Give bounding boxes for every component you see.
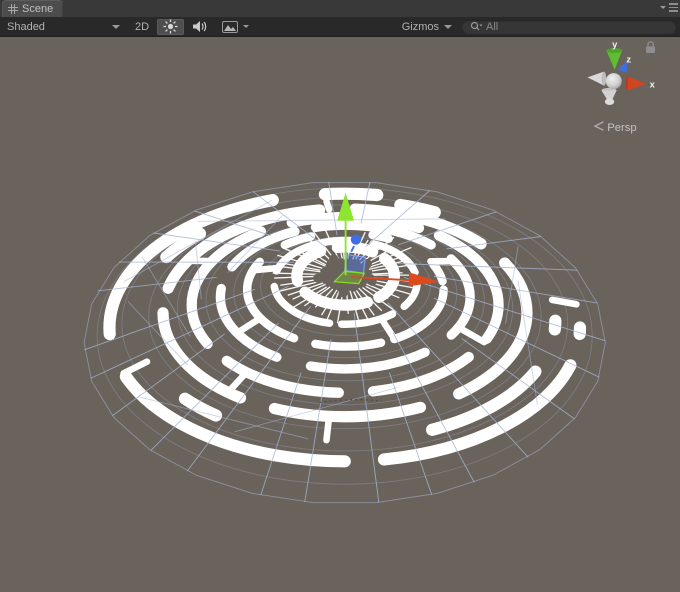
chevron-down-icon xyxy=(243,25,249,28)
tab-bar: Scene xyxy=(0,0,680,17)
lighting-toggle-button[interactable] xyxy=(157,19,184,35)
search-input[interactable]: All xyxy=(462,20,676,33)
tab-scene-label: Scene xyxy=(22,3,53,15)
axis-z-label: z xyxy=(626,54,631,64)
search-icon xyxy=(470,21,483,32)
draw-mode-label: Shaded xyxy=(7,21,45,33)
scene-viewport[interactable]: y z x Persp xyxy=(0,37,680,592)
move-gizmo-xy-plane-handle[interactable] xyxy=(345,255,366,274)
tab-scene[interactable]: Scene xyxy=(2,0,63,17)
scene-toolbar: Shaded 2D xyxy=(0,17,680,37)
draw-mode-dropdown[interactable]: Shaded xyxy=(0,17,128,36)
orientation-gizmo: y z x xyxy=(588,39,656,105)
speaker-icon xyxy=(192,20,208,33)
x-arrowhead-icon xyxy=(408,272,439,286)
axis-y-label: y xyxy=(612,39,618,49)
orientation-gizmo-neg-y-arm[interactable] xyxy=(602,88,617,105)
projection-label: Persp xyxy=(607,122,636,134)
z-handle-icon xyxy=(351,234,361,244)
sun-icon xyxy=(163,19,178,34)
orientation-gizmo-neg-x-arm[interactable] xyxy=(588,72,607,86)
gizmos-dropdown[interactable]: Gizmos xyxy=(396,17,458,36)
window-menu xyxy=(660,3,678,12)
projection-toggle[interactable]: Persp xyxy=(595,122,637,134)
persp-chevron-icon xyxy=(595,122,603,130)
lock-icon[interactable] xyxy=(646,42,655,53)
window-dropdown-icon[interactable] xyxy=(660,6,666,9)
effects-dropdown-button[interactable] xyxy=(216,19,255,35)
chevron-down-icon xyxy=(112,25,120,29)
scene-view-window: Scene Shaded 2D xyxy=(0,0,680,592)
gizmos-label: Gizmos xyxy=(402,21,439,33)
orientation-gizmo-x-arm[interactable] xyxy=(625,76,646,90)
orientation-gizmo-y-arm[interactable] xyxy=(606,48,622,70)
orientation-gizmo-ball[interactable] xyxy=(606,73,622,89)
orientation-gizmo-z-arm[interactable] xyxy=(618,60,627,72)
audio-toggle-button[interactable] xyxy=(186,19,214,35)
chevron-down-icon xyxy=(444,25,452,29)
toggle-2d-button[interactable]: 2D xyxy=(129,19,155,35)
grid-icon xyxy=(8,4,18,14)
image-effects-icon xyxy=(222,21,238,33)
menu-icon[interactable] xyxy=(669,3,678,12)
search-placeholder: All xyxy=(486,21,498,33)
axis-x-label: x xyxy=(650,80,656,90)
scene-canvas[interactable]: y z x Persp xyxy=(0,37,680,592)
